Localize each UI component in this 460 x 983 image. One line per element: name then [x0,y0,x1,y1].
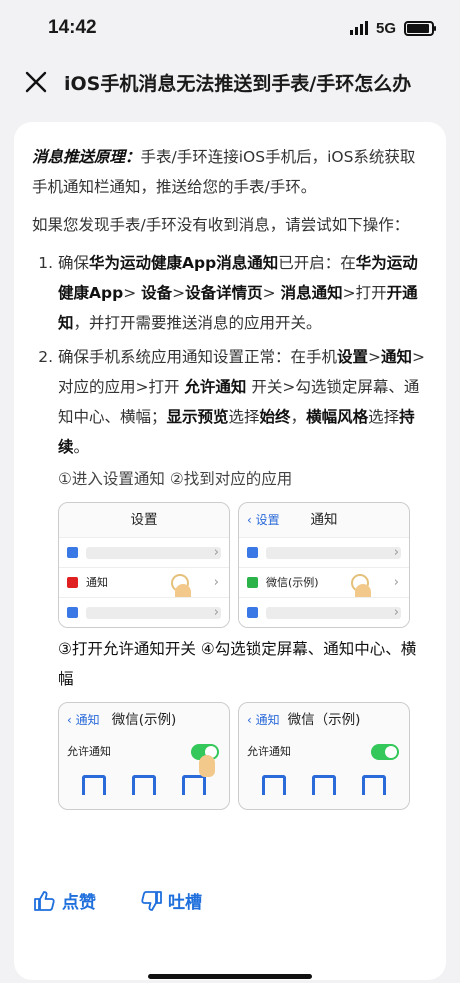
thumbs-up-icon [34,890,55,911]
intro-paragraph: 如果您发现手表/手环没有收到消息，请尝试如下操作： [32,216,410,234]
close-icon[interactable] [22,68,50,96]
header: iOS手机消息无法推送到手表/手环怎么办 [0,56,460,108]
dislike-button[interactable]: 吐槽 [140,888,202,913]
finger-icon [199,755,215,777]
status-time: 14:42 [48,17,97,38]
article-content: 消息推送原理：手表/手环连接iOS手机后，iOS系统获取手机通知栏通知，推送给您… [14,122,446,810]
status-indicators: 5G [349,19,436,37]
battery-icon [404,20,436,36]
like-button[interactable]: 点赞 [34,888,96,913]
dislike-label: 吐槽 [168,893,202,913]
alert-style-icons [239,775,409,795]
screenshot-settings: 设置 › 通知 › › [58,502,230,628]
step-1: 确保华为运动健康App消息通知已开启：在华为运动健康App> 设备>设备详情页>… [58,248,428,338]
screenshot-wechat-allow-2: ‹ 通知 微信（示例) 允许通知 [238,702,410,810]
feedback-actions: 点赞 吐槽 [34,888,202,913]
home-indicator[interactable] [148,974,312,979]
screenshots-row-2: ‹ 通知 微信(示例) 允许通知 ‹ 通知 微信（示例) 允许通知 [58,702,428,810]
thumbs-down-icon [141,890,162,911]
alert-style-icons [59,775,229,795]
steps-list: 确保华为运动健康App消息通知已开启：在华为运动健康App> 设备>设备详情页>… [32,248,428,810]
screenshots-caption-2: ③打开允许通知开关 ④勾选锁定屏幕、通知中心、横幅 [58,640,417,688]
principle-paragraph: 消息推送原理：手表/手环连接iOS手机后，iOS系统获取手机通知栏通知，推送给您… [32,142,428,202]
screenshots-caption-1: ①进入设置通知 ②找到对应的应用 [58,470,293,488]
allow-notifications-toggle [371,744,399,760]
shot-row-wechat: 微信(示例) › [239,567,409,606]
shot-title: 设置 [130,512,158,528]
screenshot-wechat-allow: ‹ 通知 微信(示例) 允许通知 [58,702,230,810]
battery-level [407,23,429,33]
shot-title: 通知 [310,512,338,528]
screenshots-row-1: 设置 › 通知 › › ‹ 设置 通知 › 微信(示例) › › [58,502,428,628]
screenshot-notifications: ‹ 设置 通知 › 微信(示例) › › [238,502,410,628]
page-title: iOS手机消息无法推送到手表/手环怎么办 [64,72,412,95]
article-card: 消息推送原理：手表/手环连接iOS手机后，iOS系统获取手机通知栏通知，推送给您… [14,122,446,980]
shot-row-notifications: 通知 › [59,567,229,606]
network-label: 5G [375,19,396,37]
shot-back-link: ‹ 设置 [247,513,280,527]
like-label: 点赞 [62,893,96,913]
signal-icon [349,21,368,35]
step-2: 确保手机系统应用通知设置正常：在手机设置>通知>对应的应用>打开 允许通知 开关… [58,342,428,810]
status-bar: 14:42 5G [0,0,460,56]
principle-label: 消息推送原理： [32,148,141,166]
